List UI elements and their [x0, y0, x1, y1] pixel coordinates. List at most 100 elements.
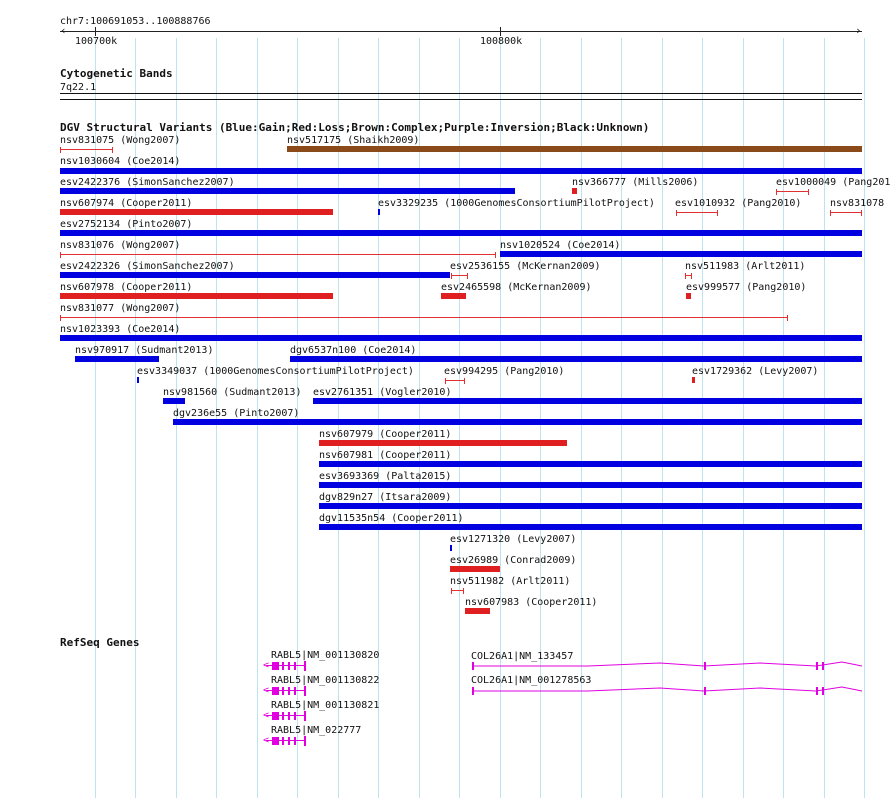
variant-label[interactable]: esv2752134 (Pinto2007)	[60, 219, 192, 230]
exon	[822, 662, 824, 670]
variant-bar[interactable]	[319, 461, 862, 467]
variant-label[interactable]: esv1271320 (Levy2007)	[450, 534, 576, 545]
variant-bar[interactable]	[319, 482, 862, 488]
variant-bar[interactable]	[60, 230, 862, 236]
variant-label[interactable]: nsv366777 (Mills2006)	[572, 177, 698, 188]
variant-bar[interactable]	[290, 356, 862, 362]
variant-bar[interactable]	[572, 188, 577, 194]
variant-label[interactable]: esv3349037 (1000GenomesConsortiumPilotPr…	[137, 366, 414, 377]
variant-label[interactable]: esv1000049 (Pang201	[776, 177, 890, 188]
variant-label[interactable]: dgv11535n54 (Cooper2011)	[319, 513, 464, 524]
grid-line	[662, 38, 663, 798]
variant-label[interactable]: nsv607981 (Cooper2011)	[319, 450, 451, 461]
exon	[304, 711, 306, 721]
ruler-tick	[95, 27, 96, 36]
variant-bar[interactable]	[163, 398, 185, 404]
variant-bar[interactable]	[173, 419, 862, 425]
dgv-track-title[interactable]: DGV Structural Variants (Blue:Gain;Red:L…	[60, 122, 649, 134]
gene-label[interactable]: RABL5|NM_001130821	[271, 700, 379, 711]
variant-bar[interactable]	[319, 503, 862, 509]
variant-label[interactable]: nsv607979 (Cooper2011)	[319, 429, 451, 440]
variant-label[interactable]: nsv511983 (Arlt2011)	[685, 261, 805, 272]
variant-label[interactable]: esv26989 (Conrad2009)	[450, 555, 576, 566]
variant-bar[interactable]	[500, 251, 862, 257]
variant-bar[interactable]	[287, 146, 862, 152]
variant-bar[interactable]	[137, 377, 139, 383]
variant-label[interactable]: nsv981560 (Sudmant2013)	[163, 387, 301, 398]
variant-span-end	[60, 252, 61, 258]
variant-label[interactable]: nsv511982 (Arlt2011)	[450, 576, 570, 587]
gene-label[interactable]: RABL5|NM_001130820	[271, 650, 379, 661]
variant-label[interactable]: nsv831076 (Wong2007)	[60, 240, 180, 251]
variant-label[interactable]: dgv236e55 (Pinto2007)	[173, 408, 299, 419]
variant-bar[interactable]	[465, 608, 490, 614]
variant-span[interactable]	[60, 317, 788, 318]
variant-label[interactable]: dgv6537n100 (Coe2014)	[290, 345, 416, 356]
variant-bar[interactable]	[60, 272, 450, 278]
variant-label[interactable]: esv999577 (Pang2010)	[686, 282, 806, 293]
variant-bar[interactable]	[378, 209, 380, 215]
cyto-band-bottom	[60, 99, 862, 100]
variant-bar[interactable]	[692, 377, 695, 383]
variant-span[interactable]	[60, 149, 113, 150]
variant-label[interactable]: esv2422326 (SimonSanchez2007)	[60, 261, 235, 272]
variant-label[interactable]: nsv1020524 (Coe2014)	[500, 240, 620, 251]
variant-label[interactable]: esv1729362 (Levy2007)	[692, 366, 818, 377]
grid-line	[621, 38, 622, 798]
variant-label[interactable]: esv2465598 (McKernan2009)	[441, 282, 592, 293]
variant-span[interactable]	[676, 212, 718, 213]
variant-span[interactable]	[830, 212, 862, 213]
variant-bar[interactable]	[60, 209, 333, 215]
variant-label[interactable]: nsv607983 (Cooper2011)	[465, 597, 597, 608]
exon	[704, 687, 706, 695]
grid-line	[743, 38, 744, 798]
variant-span[interactable]	[451, 275, 468, 276]
variant-label[interactable]: nsv831078	[830, 198, 884, 209]
variant-label[interactable]: esv2422376 (SimonSanchez2007)	[60, 177, 235, 188]
grid-line	[419, 38, 420, 798]
gene-model-col26a1[interactable]	[470, 685, 870, 697]
variant-label[interactable]: nsv517175 (Shaikh2009)	[287, 135, 419, 146]
variant-label[interactable]: nsv831075 (Wong2007)	[60, 135, 180, 146]
variant-bar[interactable]	[319, 440, 567, 446]
variant-bar[interactable]	[319, 524, 862, 530]
exon	[304, 661, 306, 671]
variant-label[interactable]: nsv1030604 (Coe2014)	[60, 156, 180, 167]
variant-bar[interactable]	[441, 293, 466, 299]
gene-label[interactable]: RABL5|NM_022777	[271, 725, 361, 736]
variant-label[interactable]: esv2761351 (Vogler2010)	[313, 387, 451, 398]
variant-label[interactable]: nsv970917 (Sudmant2013)	[75, 345, 213, 356]
grid-line	[783, 38, 784, 798]
variant-label[interactable]: esv3693369 (Palta2015)	[319, 471, 451, 482]
variant-label[interactable]: esv2536155 (McKernan2009)	[450, 261, 601, 272]
variant-label[interactable]: esv3329235 (1000GenomesConsortiumPilotPr…	[378, 198, 655, 209]
gene-model-col26a1[interactable]	[470, 660, 870, 672]
gene-label[interactable]: RABL5|NM_001130822	[271, 675, 379, 686]
variant-bar[interactable]	[60, 293, 333, 299]
variant-span[interactable]	[445, 380, 465, 381]
variant-bar[interactable]	[60, 335, 862, 341]
cyto-track-title[interactable]: Cytogenetic Bands	[60, 68, 173, 80]
variant-bar[interactable]	[60, 188, 515, 194]
variant-label[interactable]: dgv829n27 (Itsara2009)	[319, 492, 451, 503]
variant-bar[interactable]	[450, 566, 500, 572]
variant-span-end	[830, 210, 831, 216]
variant-bar[interactable]	[75, 356, 159, 362]
variant-bar[interactable]	[60, 168, 862, 174]
variant-label[interactable]: esv1010932 (Pang2010)	[675, 198, 801, 209]
variant-span[interactable]	[60, 254, 496, 255]
grid-line	[95, 38, 96, 798]
variant-label[interactable]: nsv1023393 (Coe2014)	[60, 324, 180, 335]
variant-bar[interactable]	[450, 545, 452, 551]
variant-span[interactable]	[776, 191, 809, 192]
grid-line	[864, 38, 865, 798]
variant-bar[interactable]	[313, 398, 862, 404]
variant-span-end	[467, 273, 468, 279]
variant-label[interactable]: esv994295 (Pang2010)	[444, 366, 564, 377]
exon	[472, 687, 474, 695]
variant-label[interactable]: nsv607978 (Cooper2011)	[60, 282, 192, 293]
variant-bar[interactable]	[686, 293, 691, 299]
refseq-track-title[interactable]: RefSeq Genes	[60, 637, 139, 649]
variant-label[interactable]: nsv607974 (Cooper2011)	[60, 198, 192, 209]
variant-label[interactable]: nsv831077 (Wong2007)	[60, 303, 180, 314]
